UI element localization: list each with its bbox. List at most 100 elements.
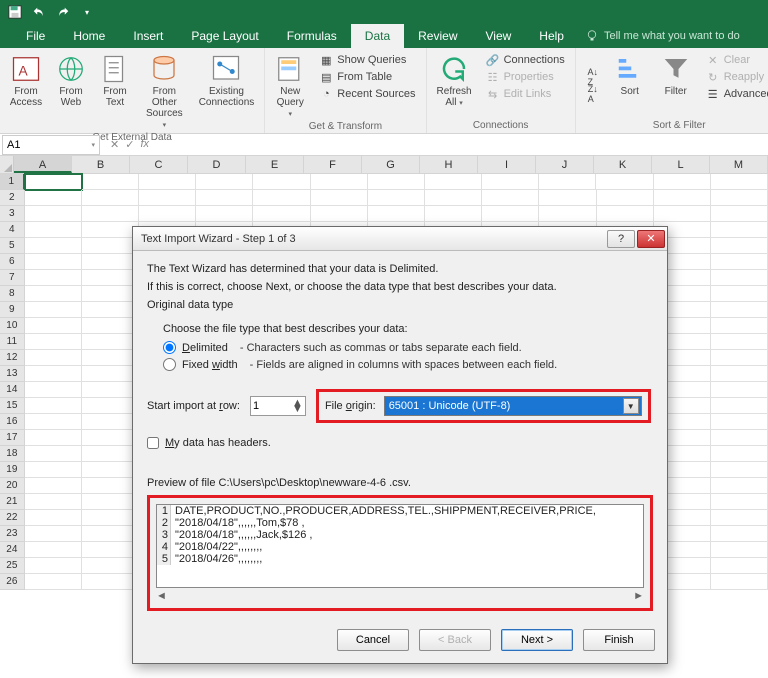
col-header-M[interactable]: M: [710, 156, 768, 173]
row-header[interactable]: 26: [0, 574, 25, 590]
redo-button[interactable]: [52, 2, 74, 22]
col-header-H[interactable]: H: [420, 156, 478, 173]
row-header[interactable]: 17: [0, 430, 25, 446]
cell[interactable]: [82, 286, 139, 302]
show-queries-button[interactable]: ▦Show Queries: [315, 52, 419, 68]
cell[interactable]: [82, 318, 139, 334]
cell[interactable]: [597, 206, 654, 222]
cell[interactable]: [25, 206, 82, 222]
cell[interactable]: [25, 366, 82, 382]
cell[interactable]: [711, 318, 768, 334]
cell[interactable]: [82, 334, 139, 350]
fixed-width-radio[interactable]: [163, 358, 176, 371]
sort-desc-button[interactable]: Z↓A: [582, 86, 604, 102]
cell[interactable]: [711, 446, 768, 462]
headers-checkbox[interactable]: [147, 437, 159, 449]
cell[interactable]: [368, 190, 425, 206]
recent-sources-button[interactable]: ◔Recent Sources: [315, 86, 419, 102]
row-header[interactable]: 8: [0, 286, 25, 302]
cell[interactable]: [711, 574, 768, 590]
cell[interactable]: [25, 270, 82, 286]
save-button[interactable]: [4, 2, 26, 22]
cell[interactable]: [139, 190, 196, 206]
cell[interactable]: [82, 190, 139, 206]
col-header-A[interactable]: A: [14, 156, 72, 173]
dialog-titlebar[interactable]: Text Import Wizard - Step 1 of 3 ? ✕: [133, 227, 667, 251]
tab-help[interactable]: Help: [525, 24, 578, 48]
row-header[interactable]: 1: [0, 174, 25, 190]
delimited-radio[interactable]: [163, 341, 176, 354]
col-header-J[interactable]: J: [536, 156, 594, 173]
from-web-button[interactable]: FromWeb: [50, 50, 92, 132]
cell[interactable]: [25, 430, 82, 446]
cell[interactable]: [597, 190, 654, 206]
cell[interactable]: [25, 446, 82, 462]
cancel-button[interactable]: Cancel: [337, 629, 409, 651]
cell[interactable]: [711, 478, 768, 494]
fx-icon[interactable]: fx: [140, 138, 149, 151]
cell[interactable]: [711, 270, 768, 286]
dropdown-icon[interactable]: ▼: [623, 398, 639, 414]
cell[interactable]: [711, 462, 768, 478]
cell[interactable]: [654, 206, 711, 222]
cell[interactable]: [654, 174, 711, 190]
cell[interactable]: [253, 206, 310, 222]
cell[interactable]: [482, 190, 539, 206]
cell[interactable]: [711, 334, 768, 350]
cell[interactable]: [711, 302, 768, 318]
cell[interactable]: [425, 190, 482, 206]
cell[interactable]: [25, 462, 82, 478]
cell[interactable]: [25, 334, 82, 350]
col-header-D[interactable]: D: [188, 156, 246, 173]
cell[interactable]: [25, 254, 82, 270]
cell[interactable]: [82, 270, 139, 286]
cell[interactable]: [25, 574, 82, 590]
col-header-K[interactable]: K: [594, 156, 652, 173]
row-header[interactable]: 11: [0, 334, 25, 350]
from-text-button[interactable]: FromText: [94, 50, 136, 132]
row-header[interactable]: 18: [0, 446, 25, 462]
cell[interactable]: [711, 238, 768, 254]
col-header-B[interactable]: B: [72, 156, 130, 173]
cell[interactable]: [82, 222, 139, 238]
cell[interactable]: [82, 526, 139, 542]
next-button[interactable]: Next >: [501, 629, 573, 651]
cell[interactable]: [82, 366, 139, 382]
cell[interactable]: [311, 174, 368, 190]
cell[interactable]: [25, 382, 82, 398]
cell[interactable]: [25, 510, 82, 526]
row-header[interactable]: 9: [0, 302, 25, 318]
row-header[interactable]: 2: [0, 190, 25, 206]
cell[interactable]: [82, 206, 139, 222]
row-header[interactable]: 3: [0, 206, 25, 222]
from-other-sources-button[interactable]: From OtherSources ▾: [138, 50, 191, 132]
filter-button[interactable]: Filter: [654, 50, 698, 120]
cell[interactable]: [711, 174, 768, 190]
cell[interactable]: [711, 382, 768, 398]
cell[interactable]: [82, 558, 139, 574]
cell[interactable]: [711, 542, 768, 558]
cell[interactable]: [539, 190, 596, 206]
cell[interactable]: [82, 446, 139, 462]
cell[interactable]: [482, 174, 539, 190]
cell[interactable]: [82, 302, 139, 318]
cell[interactable]: [25, 494, 82, 510]
file-origin-combo[interactable]: 65001 : Unicode (UTF-8) ▼: [384, 396, 642, 416]
cell[interactable]: [711, 414, 768, 430]
cell[interactable]: [425, 174, 482, 190]
from-table-button[interactable]: ▤From Table: [315, 69, 419, 85]
cell[interactable]: [196, 190, 253, 206]
cell[interactable]: [539, 206, 596, 222]
cell[interactable]: [596, 174, 653, 190]
cell[interactable]: [253, 190, 310, 206]
cell[interactable]: [711, 286, 768, 302]
tab-review[interactable]: Review: [404, 24, 471, 48]
new-query-button[interactable]: NewQuery ▾: [269, 50, 311, 121]
qat-customize[interactable]: ▾: [76, 2, 98, 22]
tab-insert[interactable]: Insert: [119, 24, 177, 48]
cell[interactable]: [196, 206, 253, 222]
row-header[interactable]: 5: [0, 238, 25, 254]
cell[interactable]: [25, 318, 82, 334]
spin-down-icon[interactable]: ▼: [292, 406, 303, 412]
row-header[interactable]: 23: [0, 526, 25, 542]
